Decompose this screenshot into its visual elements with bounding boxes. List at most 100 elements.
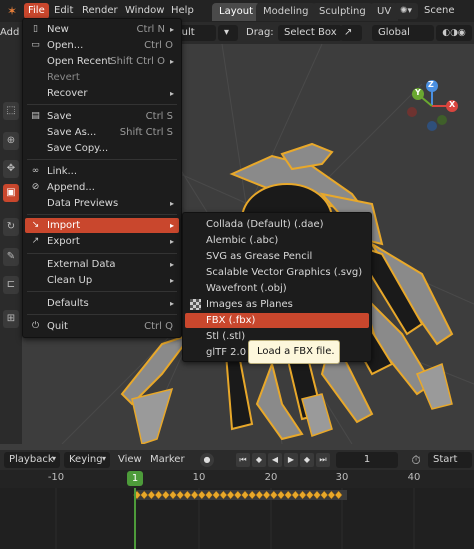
next-keyframe-icon[interactable]: ◆ bbox=[300, 453, 314, 467]
tab-layout[interactable]: Layout bbox=[212, 3, 260, 21]
import-svg[interactable]: Scalable Vector Graphics (.svg) bbox=[185, 265, 369, 280]
drag-dropdown[interactable]: Select Box bbox=[278, 25, 342, 41]
menu-help[interactable]: Help bbox=[167, 3, 198, 19]
file-menu-open[interactable]: ▭ Open... Ctrl O bbox=[25, 38, 179, 53]
timeline-ruler: -10 1 10 20 30 40 bbox=[0, 470, 474, 488]
file-menu-open-recent[interactable]: Open Recent Shift Ctrl O ▸ bbox=[25, 54, 179, 69]
file-menu-revert[interactable]: Revert bbox=[25, 70, 179, 85]
add-cube-tool-icon[interactable]: ⊞ bbox=[3, 310, 19, 328]
menu-separator bbox=[27, 291, 177, 292]
navigation-gizmo[interactable]: Z X Y bbox=[404, 78, 460, 134]
ruler-tick: -10 bbox=[47, 472, 65, 483]
menu-separator bbox=[27, 159, 177, 160]
file-menu-append[interactable]: ⊘ Append... bbox=[25, 180, 179, 195]
cursor-icon[interactable]: ↗ bbox=[340, 25, 362, 41]
chevron-down-icon: ▾ bbox=[102, 454, 107, 463]
blender-window: Z X Y ✶ File Edit Render Window Help Lay… bbox=[0, 0, 474, 549]
ruler-tick: 30 bbox=[335, 472, 349, 483]
file-menu-save-copy[interactable]: Save Copy... bbox=[25, 141, 179, 156]
transform-tool-icon[interactable]: ▣ bbox=[3, 184, 19, 202]
ruler-tick: 10 bbox=[192, 472, 206, 483]
checker-icon bbox=[190, 299, 201, 310]
menu-separator bbox=[27, 214, 177, 215]
add-menu[interactable]: Add bbox=[0, 25, 19, 41]
measure-tool-icon[interactable]: ⊏ bbox=[3, 276, 19, 294]
chevron-right-icon: ▸ bbox=[169, 237, 174, 246]
file-menu-save-as[interactable]: Save As... Shift Ctrl S bbox=[25, 125, 179, 140]
ruler-tick: 20 bbox=[264, 472, 278, 483]
chevron-right-icon: ▸ bbox=[169, 199, 174, 208]
blender-logo-icon[interactable]: ✶ bbox=[4, 3, 20, 19]
append-icon: ⊘ bbox=[31, 182, 40, 192]
timeline-tracks bbox=[55, 488, 415, 549]
gizmo-z-label: Z bbox=[428, 80, 434, 89]
scene-name[interactable]: Scene bbox=[420, 3, 459, 19]
import-images-as-planes[interactable]: Images as Planes bbox=[185, 297, 369, 312]
menu-window[interactable]: Window bbox=[121, 3, 168, 19]
transform-orientation-dropdown[interactable]: Global bbox=[372, 25, 434, 41]
file-menu-export[interactable]: ↗ Export ▸ bbox=[25, 234, 179, 249]
tooltip: Load a FBX file. bbox=[248, 340, 340, 364]
file-menu-recover[interactable]: Recover ▸ bbox=[25, 86, 179, 101]
marker-menu[interactable]: Marker bbox=[150, 452, 185, 468]
timeline-header: Playback ▾ Keying ▾ View Marker ● ⏮ ◆ ◀ … bbox=[0, 450, 474, 470]
chevron-down-icon: ▾ bbox=[52, 454, 57, 463]
annotate-tool-icon[interactable]: ✎ bbox=[3, 248, 19, 266]
tool-strip: ⬚ ⊕ ✥ ▣ ↻ ✎ ⊏ ⊞ bbox=[0, 44, 22, 444]
play-icon[interactable]: ▶ bbox=[284, 453, 298, 467]
playhead[interactable]: 1 bbox=[127, 471, 143, 486]
jump-start-icon[interactable]: ⏮ bbox=[236, 453, 250, 467]
menu-separator bbox=[27, 314, 177, 315]
menu-separator bbox=[27, 104, 177, 105]
file-menu-data-previews[interactable]: Data Previews ▸ bbox=[25, 196, 179, 211]
import-wavefront[interactable]: Wavefront (.obj) bbox=[185, 281, 369, 296]
prev-keyframe-icon[interactable]: ◆ bbox=[252, 453, 266, 467]
import-fbx[interactable]: FBX (.fbx) bbox=[185, 313, 369, 328]
chevron-right-icon: ▸ bbox=[169, 57, 174, 66]
ruler-tick: 40 bbox=[407, 472, 421, 483]
file-menu-defaults[interactable]: Defaults ▸ bbox=[25, 296, 179, 311]
cursor-tool-icon[interactable]: ⊕ bbox=[3, 132, 19, 150]
file-menu-external-data[interactable]: External Data ▸ bbox=[25, 257, 179, 272]
scene-selector-icon[interactable]: ✺▾ bbox=[394, 3, 418, 19]
chevron-right-icon: ▸ bbox=[169, 276, 174, 285]
chevron-right-icon: ▸ bbox=[169, 221, 174, 230]
chevron-right-icon: ▸ bbox=[169, 25, 174, 34]
move-tool-icon[interactable]: ✥ bbox=[3, 160, 19, 178]
file-menu-new[interactable]: ▯ New Ctrl N ▸ bbox=[25, 22, 179, 37]
start-frame-field[interactable]: Start bbox=[428, 452, 472, 468]
current-frame-field[interactable]: 1 bbox=[336, 452, 398, 468]
timeline-body[interactable] bbox=[0, 488, 474, 549]
chevron-down-icon[interactable]: ▾ bbox=[218, 25, 238, 41]
rotate-tool-icon[interactable]: ↻ bbox=[3, 218, 19, 236]
stopwatch-icon[interactable]: ⏱ bbox=[408, 452, 424, 468]
view-menu[interactable]: View bbox=[118, 452, 142, 468]
drag-label: Drag: bbox=[246, 27, 274, 38]
file-menu-save[interactable]: ▤ Save Ctrl S bbox=[25, 109, 179, 124]
select-tool-icon[interactable]: ⬚ bbox=[3, 102, 19, 120]
file-menu-import[interactable]: ↘ Import ▸ bbox=[25, 218, 179, 233]
file-icon: ▯ bbox=[33, 24, 38, 34]
menu-render[interactable]: Render bbox=[78, 3, 122, 19]
menu-edit[interactable]: Edit bbox=[50, 3, 77, 19]
play-reverse-icon[interactable]: ◀ bbox=[268, 453, 282, 467]
file-menu-link[interactable]: ∞ Link... bbox=[25, 164, 179, 179]
import-collada[interactable]: Collada (Default) (.dae) bbox=[185, 217, 369, 232]
record-icon[interactable]: ● bbox=[200, 453, 214, 467]
shading-mode-icon[interactable]: ◐◑◉ bbox=[436, 25, 472, 41]
export-icon: ↗ bbox=[31, 236, 40, 246]
file-menu-clean-up[interactable]: Clean Up ▸ bbox=[25, 273, 179, 288]
gizmo-x-label: X bbox=[449, 100, 456, 109]
import-icon: ↘ bbox=[31, 220, 40, 230]
menu-file[interactable]: File bbox=[24, 3, 49, 19]
jump-end-icon[interactable]: ⏭ bbox=[316, 453, 330, 467]
file-menu-quit[interactable]: ⏻ Quit Ctrl Q bbox=[25, 319, 179, 334]
folder-icon: ▭ bbox=[31, 40, 40, 50]
link-icon: ∞ bbox=[31, 166, 40, 176]
chevron-right-icon: ▸ bbox=[169, 299, 174, 308]
tab-modeling[interactable]: Modeling bbox=[256, 3, 316, 21]
tab-sculpting[interactable]: Sculpting bbox=[312, 3, 373, 21]
chevron-right-icon: ▸ bbox=[169, 260, 174, 269]
import-alembic[interactable]: Alembic (.abc) bbox=[185, 233, 369, 248]
import-svg-grease-pencil[interactable]: SVG as Grease Pencil bbox=[185, 249, 369, 264]
